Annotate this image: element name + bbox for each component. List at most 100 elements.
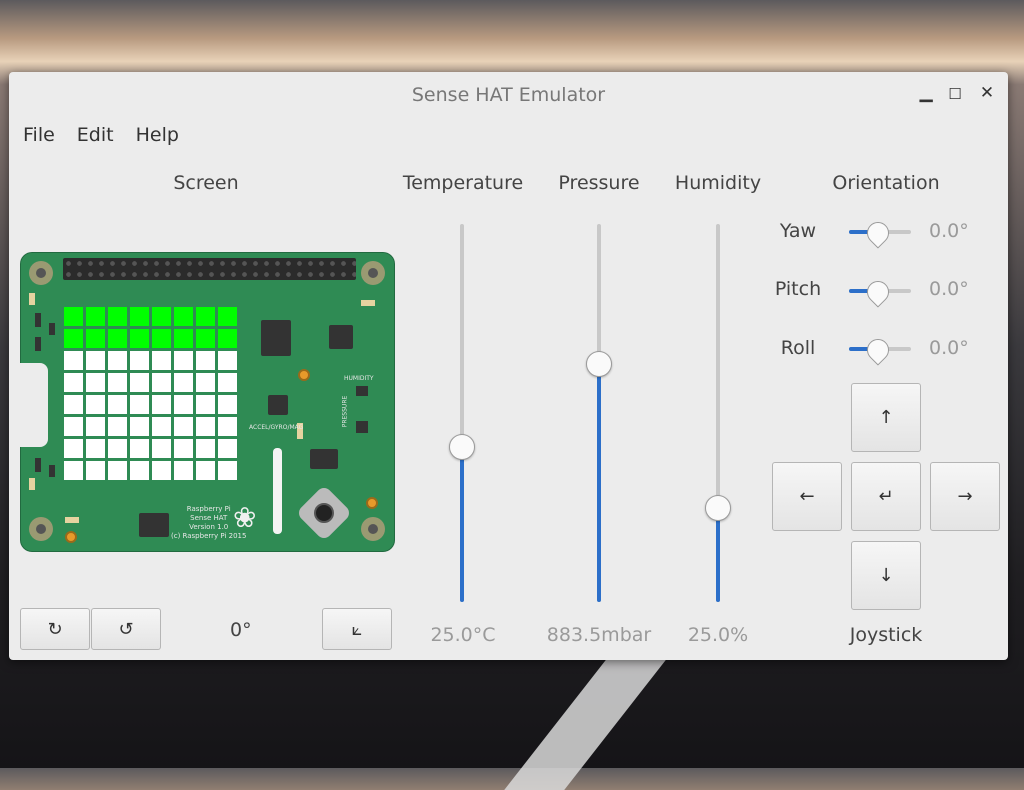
enter-icon: ↵ (878, 486, 894, 507)
joystick-right-button[interactable]: → (930, 462, 1000, 531)
led-pixel (218, 307, 237, 326)
led-pixel (64, 395, 83, 414)
minimize-icon[interactable]: ▁ (915, 83, 937, 103)
maximize-icon[interactable]: ☐ (944, 85, 966, 103)
component (35, 337, 41, 351)
joystick-left-button[interactable]: ← (772, 462, 842, 531)
yaw-value: 0.0° (929, 220, 969, 242)
led-pixel (152, 307, 171, 326)
slider-knob[interactable] (449, 434, 475, 461)
led-matrix[interactable] (64, 307, 237, 480)
led-pixel (130, 351, 149, 370)
led-pixel (130, 417, 149, 436)
led-pixel (196, 417, 215, 436)
slider-knob[interactable] (862, 334, 894, 366)
led-pixel (174, 395, 193, 414)
led-pixel (174, 417, 193, 436)
slider-knob[interactable] (862, 217, 894, 249)
component (29, 293, 35, 305)
sense-hat-board: HUMIDITY PRESSURE ACCEL/GYRO/MAG Raspber… (20, 252, 395, 552)
led-pixel (108, 373, 127, 392)
led-pixel (64, 461, 83, 480)
component (361, 300, 375, 306)
physical-joystick-icon (295, 484, 353, 542)
led-pixel (152, 395, 171, 414)
led-pixel (174, 307, 193, 326)
arrow-up-icon: ↑ (878, 407, 894, 428)
rotate-ccw-button[interactable]: ↺ (91, 608, 161, 650)
menu-bar: File Edit Help (23, 124, 179, 146)
led-pixel (86, 373, 105, 392)
led-pixel (174, 351, 193, 370)
wallpaper-road (504, 660, 666, 790)
led-pixel (86, 351, 105, 370)
menu-edit[interactable]: Edit (77, 124, 114, 146)
led-pixel (86, 439, 105, 458)
board-notch (20, 363, 48, 447)
led-pixel (64, 351, 83, 370)
screen-header: Screen (173, 172, 239, 194)
silk-humidity: HUMIDITY (344, 375, 374, 382)
component (29, 478, 35, 490)
led-pixel (64, 373, 83, 392)
slot-connector (273, 448, 282, 534)
gpio-header (63, 258, 356, 280)
raspberry-logo-icon: ❀ (233, 501, 257, 534)
slider-knob[interactable] (705, 494, 731, 521)
rotation-value: 0° (230, 619, 252, 641)
humidity-header: Humidity (674, 172, 762, 194)
led-pixel (196, 395, 215, 414)
menu-file[interactable]: File (23, 124, 55, 146)
pressure-value: 883.5mbar (546, 624, 652, 646)
component (356, 421, 368, 433)
chip (261, 320, 291, 356)
close-icon[interactable]: ✕ (976, 83, 998, 103)
led-pixel (196, 307, 215, 326)
led-pixel (218, 439, 237, 458)
silk-pressure: PRESSURE (341, 395, 349, 428)
mount-hole (29, 517, 53, 541)
component (65, 517, 79, 523)
led-pixel (64, 307, 83, 326)
joystick-down-button[interactable]: ↓ (851, 541, 921, 610)
temperature-header: Temperature (402, 172, 524, 194)
pitch-value: 0.0° (929, 278, 969, 300)
joystick-enter-button[interactable]: ↵ (851, 462, 921, 531)
led-pixel (196, 373, 215, 392)
title-bar[interactable]: Sense HAT Emulator ▁ ☐ ✕ (9, 72, 1008, 120)
slider-knob[interactable] (586, 350, 612, 377)
orientation-header: Orientation (832, 172, 940, 194)
component (49, 323, 55, 335)
mount-hole (361, 517, 385, 541)
pressure-header: Pressure (558, 172, 640, 194)
joystick-label: Joystick (849, 624, 923, 646)
menu-help[interactable]: Help (136, 124, 179, 146)
led-pixel (152, 439, 171, 458)
chip (329, 325, 353, 349)
led-pixel (152, 373, 171, 392)
led-pixel (130, 439, 149, 458)
led-pixel (152, 351, 171, 370)
rotate-cw-button[interactable]: ↻ (20, 608, 90, 650)
slider-fill (460, 447, 464, 602)
capacitor (366, 497, 378, 509)
roll-value: 0.0° (929, 337, 969, 359)
led-pixel (130, 373, 149, 392)
pitch-label: Pitch (774, 278, 822, 300)
led-pixel (108, 439, 127, 458)
led-pixel (196, 329, 215, 348)
led-pixel (218, 395, 237, 414)
chip (310, 449, 338, 469)
led-pixel (174, 439, 193, 458)
led-pixel (218, 461, 237, 480)
component (356, 386, 368, 396)
led-pixel (218, 417, 237, 436)
slider-knob[interactable] (862, 276, 894, 308)
led-pixel (196, 439, 215, 458)
capacitor (298, 369, 310, 381)
led-pixel (196, 351, 215, 370)
slider-fill (716, 507, 720, 602)
led-pixel (108, 329, 127, 348)
joystick-up-button[interactable]: ↑ (851, 383, 921, 452)
orientation-button[interactable]: ⟀ (322, 608, 392, 650)
